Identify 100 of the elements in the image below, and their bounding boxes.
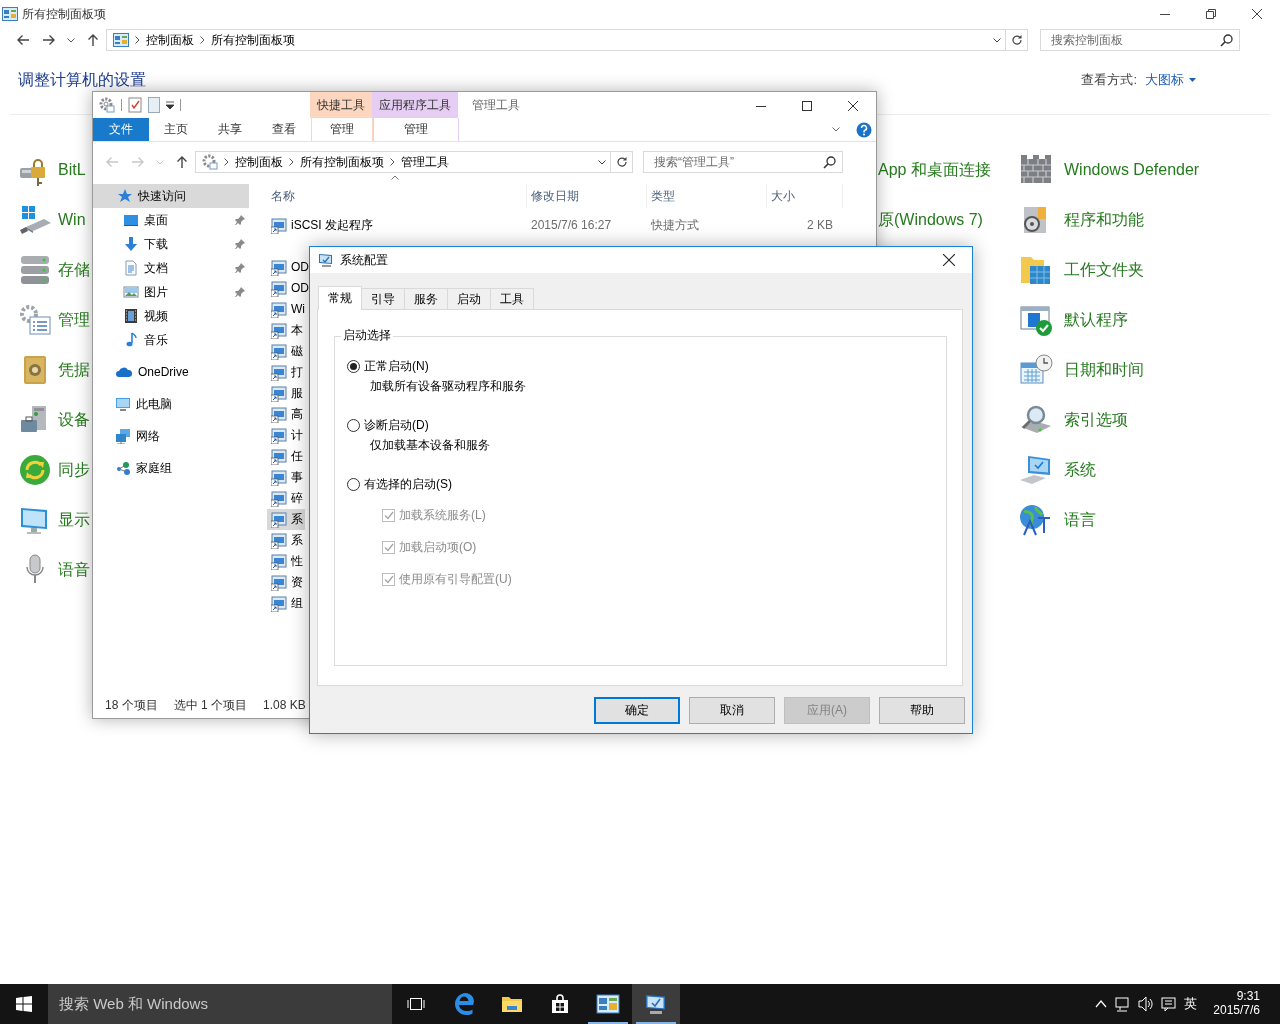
shortcut-icon bbox=[271, 364, 287, 381]
nav-item[interactable]: 桌面 bbox=[93, 208, 249, 232]
show-hidden-icons-button[interactable] bbox=[1095, 1000, 1108, 1008]
nav-item[interactable]: 快速访问 bbox=[93, 184, 249, 208]
search-field[interactable]: 搜索“管理工具” bbox=[643, 151, 843, 173]
dialog-button[interactable]: 取消 bbox=[689, 697, 775, 724]
control-panel-link[interactable]: 索引选项 bbox=[1064, 410, 1128, 430]
control-panel-link[interactable]: 存储 bbox=[58, 260, 90, 280]
message-button[interactable] bbox=[1161, 996, 1177, 1012]
file-row[interactable]: OD bbox=[267, 278, 311, 299]
file-row[interactable]: 打 bbox=[267, 362, 305, 383]
ribbon-tab[interactable]: 查看 bbox=[257, 118, 311, 141]
file-row[interactable]: 磁 bbox=[267, 341, 305, 362]
nav-item[interactable]: OneDrive bbox=[93, 360, 249, 384]
column-header[interactable]: 类型 bbox=[647, 184, 767, 208]
address-bar[interactable]: 控制面板 所有控制面板项 管理工具 bbox=[195, 151, 611, 173]
control-panel-link[interactable]: 设备 bbox=[58, 410, 90, 430]
disk-stack-icon bbox=[18, 253, 52, 287]
control-panel-link[interactable]: 语言 bbox=[1064, 510, 1096, 530]
windows-logo-icon bbox=[16, 996, 32, 1012]
file-row[interactable]: 服 bbox=[267, 383, 305, 404]
ribbon-tab[interactable]: 管理 bbox=[373, 118, 459, 141]
taskbar-app-button[interactable] bbox=[632, 984, 680, 1024]
breadcrumb-item[interactable]: 管理工具 bbox=[401, 154, 449, 170]
network-button[interactable] bbox=[1115, 996, 1131, 1012]
control-panel-link[interactable]: 程序和功能 bbox=[1064, 210, 1144, 230]
nav-item[interactable]: 音乐 bbox=[93, 328, 249, 352]
breadcrumb-item[interactable]: 控制面板 bbox=[146, 32, 194, 48]
view-dropdown[interactable]: 大图标 bbox=[1145, 71, 1196, 89]
file-row[interactable]: OD bbox=[267, 257, 311, 278]
file-row[interactable]: 系 bbox=[267, 530, 305, 551]
search-field[interactable]: 搜索 Web 和 Windows bbox=[48, 984, 392, 1024]
file-row[interactable]: 碎 bbox=[267, 488, 305, 509]
ribbon-tab[interactable]: 共享 bbox=[203, 118, 257, 141]
status-text: 1.08 KB bbox=[263, 697, 306, 713]
desktop-icon bbox=[123, 212, 139, 228]
nav-item[interactable]: 文档 bbox=[93, 256, 249, 280]
refresh-button[interactable] bbox=[611, 151, 633, 173]
dialog-button[interactable]: 帮助 bbox=[879, 697, 965, 724]
tab[interactable]: 常规 bbox=[318, 286, 362, 310]
nav-item[interactable]: 此电脑 bbox=[93, 392, 249, 416]
radio-button[interactable] bbox=[347, 477, 360, 491]
search-input[interactable]: 搜索控制面板 bbox=[1049, 31, 1220, 49]
control-panel-link[interactable]: 默认程序 bbox=[1064, 310, 1128, 330]
file-row[interactable]: 计 bbox=[267, 425, 305, 446]
window-title: 所有控制面板项 bbox=[22, 6, 106, 22]
address-bar[interactable]: 控制面板 所有控制面板项 bbox=[106, 29, 1006, 51]
search-input[interactable]: 搜索“管理工具” bbox=[652, 153, 823, 171]
control-panel-link[interactable]: BitL bbox=[58, 160, 86, 180]
nav-item[interactable]: 网络 bbox=[93, 424, 249, 448]
restore-icon bbox=[1206, 9, 1216, 19]
nav-item[interactable]: 图片 bbox=[93, 280, 249, 304]
radio-button[interactable] bbox=[347, 418, 360, 432]
column-header[interactable]: 名称 bbox=[267, 184, 527, 208]
input-language-button[interactable]: 英 bbox=[1184, 995, 1198, 1013]
tab[interactable]: 工具 bbox=[490, 288, 534, 309]
clock-button[interactable]: 9:31 2015/7/6 bbox=[1213, 990, 1260, 1018]
checkbox-label: 使用原有引导配置(U) bbox=[399, 571, 512, 587]
help-button[interactable] bbox=[856, 121, 872, 138]
file-row[interactable]: iSCSI 发起程序 bbox=[267, 215, 527, 236]
breadcrumb-item[interactable]: 控制面板 bbox=[235, 154, 283, 170]
file-row[interactable]: 事 bbox=[267, 467, 305, 488]
search-input[interactable]: 搜索 Web 和 Windows bbox=[57, 993, 392, 1015]
breadcrumb-item[interactable]: 所有控制面板项 bbox=[211, 32, 295, 48]
nav-item[interactable]: 下载 bbox=[93, 232, 249, 256]
file-row[interactable]: 本 bbox=[267, 320, 305, 341]
nav-item[interactable]: 家庭组 bbox=[93, 456, 249, 480]
control-panel-link[interactable]: Win bbox=[58, 210, 86, 230]
file-row[interactable]: 系 bbox=[267, 509, 305, 530]
radio-button[interactable] bbox=[347, 359, 360, 373]
dialog-button[interactable]: 确定 bbox=[594, 697, 680, 724]
file-row[interactable]: 性 bbox=[267, 551, 305, 572]
file-row[interactable]: Wi bbox=[267, 299, 307, 320]
breadcrumb-item[interactable]: 所有控制面板项 bbox=[300, 154, 384, 170]
file-row[interactable]: 组 bbox=[267, 593, 305, 614]
control-panel-link[interactable]: 凭据 bbox=[58, 360, 90, 380]
collapse-ribbon-button[interactable] bbox=[832, 127, 840, 132]
control-panel-link[interactable]: 系统 bbox=[1064, 460, 1096, 480]
control-panel-link[interactable]: 管理 bbox=[58, 310, 90, 330]
ribbon-tab[interactable]: 文件 bbox=[93, 118, 149, 141]
control-panel-link[interactable]: Windows Defender bbox=[1064, 160, 1200, 180]
control-panel-link[interactable]: App 和桌面连接 bbox=[878, 160, 991, 180]
control-panel-link[interactable]: 显示 bbox=[58, 510, 90, 530]
refresh-button[interactable] bbox=[1006, 29, 1028, 51]
control-panel-link[interactable]: 日期和时间 bbox=[1064, 360, 1144, 380]
volume-button[interactable] bbox=[1138, 996, 1154, 1012]
column-header[interactable]: 修改日期 bbox=[527, 184, 647, 208]
file-row[interactable]: 高 bbox=[267, 404, 305, 425]
file-row[interactable]: 资 bbox=[267, 572, 305, 593]
file-row[interactable]: 任 bbox=[267, 446, 305, 467]
control-panel-link[interactable]: 原(Windows 7) bbox=[878, 210, 983, 230]
ribbon-tab[interactable]: 主页 bbox=[149, 118, 203, 141]
ribbon-tab[interactable]: 管理 bbox=[311, 118, 373, 141]
control-panel-link[interactable]: 语音 bbox=[58, 560, 90, 580]
column-header[interactable]: 大小 bbox=[767, 184, 843, 208]
control-panel-link[interactable]: 工作文件夹 bbox=[1064, 260, 1144, 280]
control-panel-link[interactable]: 同步 bbox=[58, 460, 90, 480]
search-field[interactable]: 搜索控制面板 bbox=[1040, 29, 1240, 51]
refresh-icon bbox=[615, 156, 628, 168]
nav-item[interactable]: 视频 bbox=[93, 304, 249, 328]
